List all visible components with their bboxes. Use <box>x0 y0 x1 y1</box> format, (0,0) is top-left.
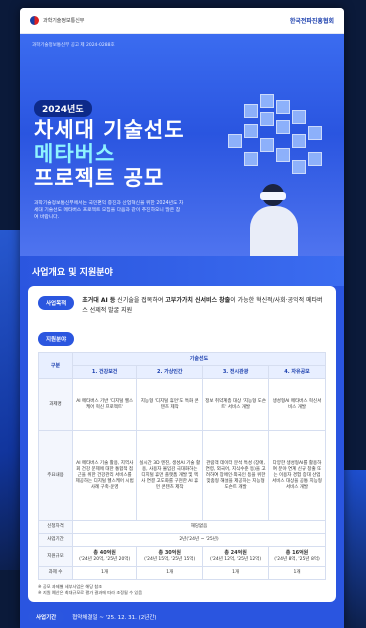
purpose-row: 사업목적 초거대 AI 등 신기술을 접목하여 고부가가치 신서비스 창출이 가… <box>38 296 326 316</box>
period-row: 사업기간 협약체결일 ~ '25. 12. 31. (2년간) <box>28 602 336 624</box>
title-line-3: 프로젝트 공모 <box>34 166 165 190</box>
period-text: 협약체결일 ~ '25. 12. 31. (2년간) <box>72 615 157 621</box>
column-header: 4. 자유공모 <box>268 365 326 379</box>
purpose-text: 초거대 AI 등 신기술을 접목하여 고부가가치 신서비스 창출이 가능한 혁신… <box>82 297 323 314</box>
hero-description: 과학기술정보통신부에서는 국민편익 증진과 산업혁신을 위한 2024년도 차세… <box>34 201 184 220</box>
table-cell: AI 메타버스 기술 활용, 지역사회 건강 문제에 대한 통합적 접근을 위한… <box>71 430 138 521</box>
table-cell: 총 30억원 ('24년 15억, '25년 15억) <box>136 546 204 567</box>
table-cell: AI 메타버스 기반 '디지털 헬스케어 혁신 프로젝트' <box>71 378 138 431</box>
table-cell: 지능형 '디지털 휴먼'도 특화 콘텐츠 제작 <box>136 378 204 431</box>
table-cell: 해당없음 <box>72 520 326 534</box>
table-row: 과제 수 1개 1개 1개 1개 <box>38 566 326 580</box>
support-pill-wrap: 지원분야 <box>38 326 326 346</box>
note-line: ※ 지원 예산은 최대규모로 평가 결과에 따라 조정될 수 있음 <box>38 590 143 595</box>
table-row: 주요내용 AI 메타버스 기술 활용, 지역사회 건강 문제에 대한 통합적 접… <box>38 430 326 521</box>
content-area: 사업목적 초거대 AI 등 신기술을 접목하여 고부가가치 신서비스 창출이 가… <box>20 286 344 628</box>
row-label: 신청자격 <box>38 520 73 534</box>
table-cell: 관람객 데이터 분석 특성 (장애, 연령, 외국어, 지식수준 등)을 고려하… <box>202 430 270 521</box>
row-label: 사업기간 <box>38 533 73 547</box>
top-bar: 과학기술정보통신부 한국전파진흥협회 <box>20 8 344 34</box>
table-cell: 실시간 3D 엔진, 생성AI 기술 활용, 사용자 몰입감 극대화하는 디지털… <box>136 430 204 521</box>
notice-number: 과학기술정보통신부 공고 제 2024-0288호 <box>32 43 115 48</box>
table-cell: 2년('24년 ~ '25년) <box>72 533 326 547</box>
assoc-logo[interactable]: 한국전파진흥협회 <box>290 16 334 25</box>
purpose-pill: 사업목적 <box>38 296 75 310</box>
gov-logo[interactable]: 과학기술정보통신부 <box>30 16 84 25</box>
table-notes: ※ 공모 과제별 세부사업은 해당 참조 ※ 지원 예산은 최대규모로 평가 결… <box>38 584 326 596</box>
hero-banner: 과학기술정보통신부 공고 제 2024-0288호 2024년도 차세대 기술선… <box>20 34 344 256</box>
header-group: 구분 <box>38 352 73 379</box>
support-pill: 지원분야 <box>38 332 75 346</box>
year-badge: 2024년도 <box>34 100 92 117</box>
table-cell: 총 24억원 ('24년 12억, '25년 12억) <box>202 546 270 567</box>
row-label: 지원규모 <box>38 546 73 567</box>
hero-title: 차세대 기술선도 메타버스 프로젝트 공모 <box>34 118 185 190</box>
table-cell: 총 16억원 ('24년 8억, '25년 8억) <box>268 546 326 567</box>
title-line-2: 메타버스 <box>34 142 116 166</box>
gov-label: 과학기술정보통신부 <box>43 18 85 24</box>
table-cell: 1개 <box>268 566 326 580</box>
support-table: 구분 기술선도 1. 건강보건 2. 가상인간 3. 전시관광 4. 자유공모 … <box>38 352 326 580</box>
table-header-row: 구분 기술선도 <box>38 352 326 379</box>
table-cell: 정보 취약계층 대상 '지능형 도슨트' 서비스 개발 <box>202 378 270 431</box>
header-tech: 기술선도 <box>72 352 326 366</box>
table-cell: 총 40억원 ('24년 20억, '25년 20억) <box>71 546 138 567</box>
table-row: 신청자격 해당없음 <box>38 520 326 534</box>
vr-person-illustration <box>244 184 304 256</box>
overview-card: 사업목적 초거대 AI 등 신기술을 접목하여 고부가가치 신서비스 창출이 가… <box>28 286 336 602</box>
table-cell: 다양한 생성형AI를 활용하여 분야 연계 신규 창출 또는 이용자 경험 증대… <box>268 430 326 521</box>
column-header: 3. 전시관광 <box>202 365 270 379</box>
table-cell: 1개 <box>71 566 138 580</box>
row-label: 주요내용 <box>38 430 73 521</box>
table-row: 지원규모 총 40억원 ('24년 20억, '25년 20억) 총 30억원 ('… <box>38 546 326 567</box>
row-label: 과제 수 <box>38 566 73 580</box>
cube-illustration <box>220 94 330 194</box>
period-pill: 사업기간 <box>28 610 65 624</box>
column-header: 1. 건강보건 <box>71 365 138 379</box>
taegeuk-icon <box>30 16 39 25</box>
column-header: 2. 가상인간 <box>136 365 204 379</box>
table-columns-row: 1. 건강보건 2. 가상인간 3. 전시관광 4. 자유공모 <box>39 365 326 379</box>
title-line-1: 차세대 기술선도 <box>34 118 185 142</box>
table-row: 과제명 AI 메타버스 기반 '디지털 헬스케어 혁신 프로젝트' 지능형 '디… <box>38 378 326 431</box>
row-label: 과제명 <box>38 378 73 431</box>
table-row: 사업기간 2년('24년 ~ '25년) <box>38 533 326 547</box>
table-cell: 생성형AI 메타버스 혁신서비스 개발 <box>268 378 326 431</box>
table-cell: 1개 <box>136 566 204 580</box>
section-title: 사업개요 및 지원분야 <box>20 256 344 286</box>
table-cell: 1개 <box>202 566 270 580</box>
announcement-page: 과학기술정보통신부 한국전파진흥협회 과학기술정보통신부 공고 제 2024-0… <box>20 8 344 628</box>
